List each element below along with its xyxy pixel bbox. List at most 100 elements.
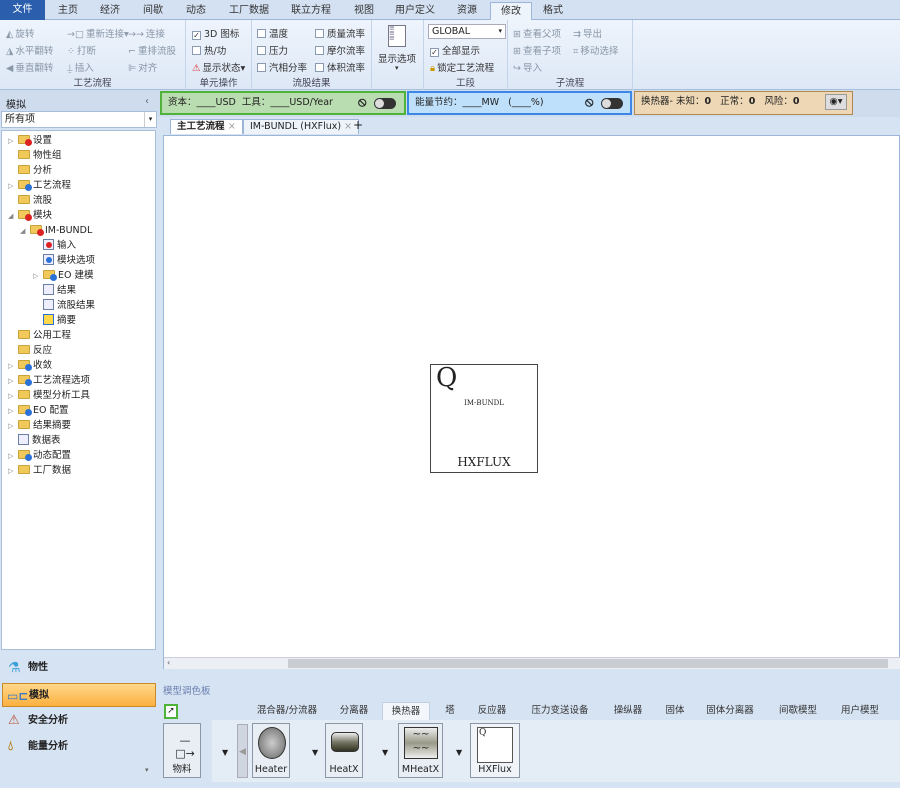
- capital-toggle[interactable]: [374, 98, 396, 109]
- display-status-button[interactable]: ⚠ 显示状态▾: [192, 60, 245, 74]
- add-tab-icon[interactable]: +: [353, 118, 363, 132]
- tree-item[interactable]: 模块选项: [43, 254, 95, 268]
- model-hxflux-button[interactable]: Q HXFlux: [470, 723, 520, 778]
- tree-item[interactable]: 输入: [43, 239, 76, 253]
- reconnect-button[interactable]: →□ 重新连接▾: [67, 26, 129, 40]
- tree-item[interactable]: ◢ 模块: [8, 209, 52, 223]
- tree-item[interactable]: ▷ 收敛: [8, 359, 52, 373]
- expand-icon[interactable]: ▷: [8, 464, 16, 478]
- tab-economics[interactable]: 经济: [92, 2, 128, 20]
- filter-dropdown[interactable]: 所有项 ▾: [1, 111, 157, 128]
- palette-tab-batch-models[interactable]: 间歇模型: [772, 702, 824, 720]
- palette-scroll-left[interactable]: ◀: [237, 724, 248, 778]
- tab-equation-oriented[interactable]: 联立方程: [284, 2, 338, 20]
- section-dropdown[interactable]: GLOBAL ▾: [428, 24, 506, 39]
- nav-properties[interactable]: ⚗ 物性: [2, 656, 156, 680]
- tab-format[interactable]: 格式: [535, 2, 571, 20]
- heat-work-checkbox[interactable]: 热/功: [192, 43, 226, 57]
- tree-item[interactable]: ▷ 模型分析工具: [8, 389, 90, 403]
- tree-item[interactable]: 反应: [18, 344, 52, 358]
- stream-dropdown-icon[interactable]: ▼: [222, 748, 228, 757]
- reroute-stream-button[interactable]: ⌐ 重排流股: [128, 43, 176, 57]
- mole-flow-checkbox[interactable]: 摩尔流率: [315, 43, 365, 57]
- palette-tab-separators[interactable]: 分离器: [332, 702, 376, 720]
- tree-item[interactable]: ▷ 动态配置: [8, 449, 71, 463]
- tab-resources[interactable]: 资源: [449, 2, 485, 20]
- material-stream-button[interactable]: —□→ 物料: [163, 723, 201, 778]
- pressure-checkbox[interactable]: 压力: [257, 43, 288, 57]
- nav-more-icon[interactable]: ▾: [145, 766, 149, 774]
- palette-tab-solids[interactable]: 固体: [660, 702, 690, 720]
- tree-item[interactable]: ▷ 设置: [8, 134, 52, 148]
- rotate-button[interactable]: ◭ 旋转: [6, 26, 34, 40]
- nav-simulation[interactable]: ▭⊏ 模拟: [2, 683, 156, 707]
- view-child-button[interactable]: ⊞ 查看子项: [513, 43, 561, 57]
- palette-tab-exchangers[interactable]: 换热器: [382, 702, 430, 720]
- mass-flow-checkbox[interactable]: 质量流率: [315, 26, 365, 40]
- expand-icon[interactable]: ▷: [8, 359, 16, 373]
- tree-item[interactable]: 结果: [43, 284, 76, 298]
- expand-icon[interactable]: ▷: [8, 389, 16, 403]
- view-parent-button[interactable]: ⊞ 查看父项: [513, 26, 561, 40]
- select-pointer-button[interactable]: ➚: [164, 704, 178, 719]
- tree-item[interactable]: ▷ 工艺流程: [8, 179, 71, 193]
- close-icon[interactable]: ×: [228, 121, 236, 132]
- tree-item[interactable]: 公用工程: [18, 329, 71, 343]
- insert-button[interactable]: ⍊ 插入: [67, 60, 94, 74]
- align-button[interactable]: ⊫ 对齐: [128, 60, 157, 74]
- vapor-fraction-checkbox[interactable]: 汽相分率: [257, 60, 307, 74]
- energy-toggle[interactable]: [601, 98, 623, 109]
- flip-horizontal-button[interactable]: ◮ 水平翻转: [6, 43, 53, 57]
- move-selection-button[interactable]: ⌗ 移动选择: [573, 43, 618, 57]
- nav-safety-analysis[interactable]: ⚠ 安全分析: [2, 709, 156, 733]
- collapse-pane-icon[interactable]: ‹: [145, 96, 149, 107]
- expand-icon[interactable]: ▷: [33, 269, 41, 283]
- expand-icon[interactable]: ▷: [8, 404, 16, 418]
- palette-tab-reactors[interactable]: 反应器: [470, 702, 514, 720]
- tree-item[interactable]: 摘要: [43, 314, 76, 328]
- 3d-icons-checkbox[interactable]: ✓ 3D 图标: [192, 26, 239, 40]
- expand-icon[interactable]: ▷: [8, 419, 16, 433]
- nav-energy-analysis[interactable]: 💧︎ 能量分析: [2, 735, 156, 759]
- tab-file[interactable]: 文件: [0, 0, 45, 20]
- tree-item[interactable]: ▷ EO 配置: [8, 404, 69, 418]
- expand-icon[interactable]: ◢: [20, 224, 28, 238]
- tree-item[interactable]: 物性组: [18, 149, 62, 163]
- tab-view[interactable]: 视图: [346, 2, 382, 20]
- scroll-thumb[interactable]: [288, 659, 888, 668]
- expand-icon[interactable]: ◢: [8, 209, 16, 223]
- hx-options-button[interactable]: ◉▾: [825, 94, 847, 110]
- connect-button[interactable]: →→ 连接: [128, 26, 165, 40]
- heatx-dropdown-icon[interactable]: ▼: [382, 748, 388, 757]
- tree-item[interactable]: ◢ IM-BUNDL: [20, 224, 92, 238]
- tree-item[interactable]: 流股: [18, 194, 52, 208]
- tab-dynamics[interactable]: 动态: [178, 2, 214, 20]
- tree-item[interactable]: ▷ 结果摘要: [8, 419, 71, 433]
- lock-flowsheet-button[interactable]: 🔒︎ 锁定工艺流程: [430, 60, 494, 74]
- tab-im-bundl[interactable]: IM-BUNDL (HXFlux) ×: [243, 119, 360, 134]
- tab-batch[interactable]: 间歇: [135, 2, 171, 20]
- expand-icon[interactable]: ▷: [8, 374, 16, 388]
- model-heatx-button[interactable]: HeatX: [325, 723, 363, 778]
- mheatx-dropdown-icon[interactable]: ▼: [456, 748, 462, 757]
- tab-customize[interactable]: 用户定义: [388, 2, 442, 20]
- tree-item[interactable]: ▷ 工厂数据: [8, 464, 71, 478]
- horizontal-scrollbar[interactable]: ‹: [164, 657, 900, 669]
- model-mheatx-button[interactable]: ~~ ~~ MHeatX: [398, 723, 443, 778]
- expand-icon[interactable]: ▷: [8, 179, 16, 193]
- break-button[interactable]: ⁘ 打断: [67, 43, 96, 57]
- temperature-checkbox[interactable]: 温度: [257, 26, 288, 40]
- expand-icon[interactable]: ▷: [8, 134, 16, 148]
- palette-tab-pressure-changers[interactable]: 压力变送设备: [524, 702, 596, 720]
- display-options-button[interactable]: ≡ ≡ ≡ 显示选项 ▾: [372, 20, 424, 90]
- palette-tab-user-models[interactable]: 用户模型: [834, 702, 886, 720]
- palette-tab-columns[interactable]: 塔: [438, 702, 462, 720]
- heater-dropdown-icon[interactable]: ▼: [312, 748, 318, 757]
- tab-home[interactable]: 主页: [50, 2, 86, 20]
- tree-item[interactable]: ▷ 工艺流程选项: [8, 374, 90, 388]
- expand-icon[interactable]: ▷: [8, 449, 16, 463]
- tree-item[interactable]: 分析: [18, 164, 52, 178]
- palette-tab-manipulators[interactable]: 操纵器: [606, 702, 650, 720]
- tree-item[interactable]: ▷ EO 建模: [33, 269, 94, 283]
- model-heater-button[interactable]: Heater: [252, 723, 290, 778]
